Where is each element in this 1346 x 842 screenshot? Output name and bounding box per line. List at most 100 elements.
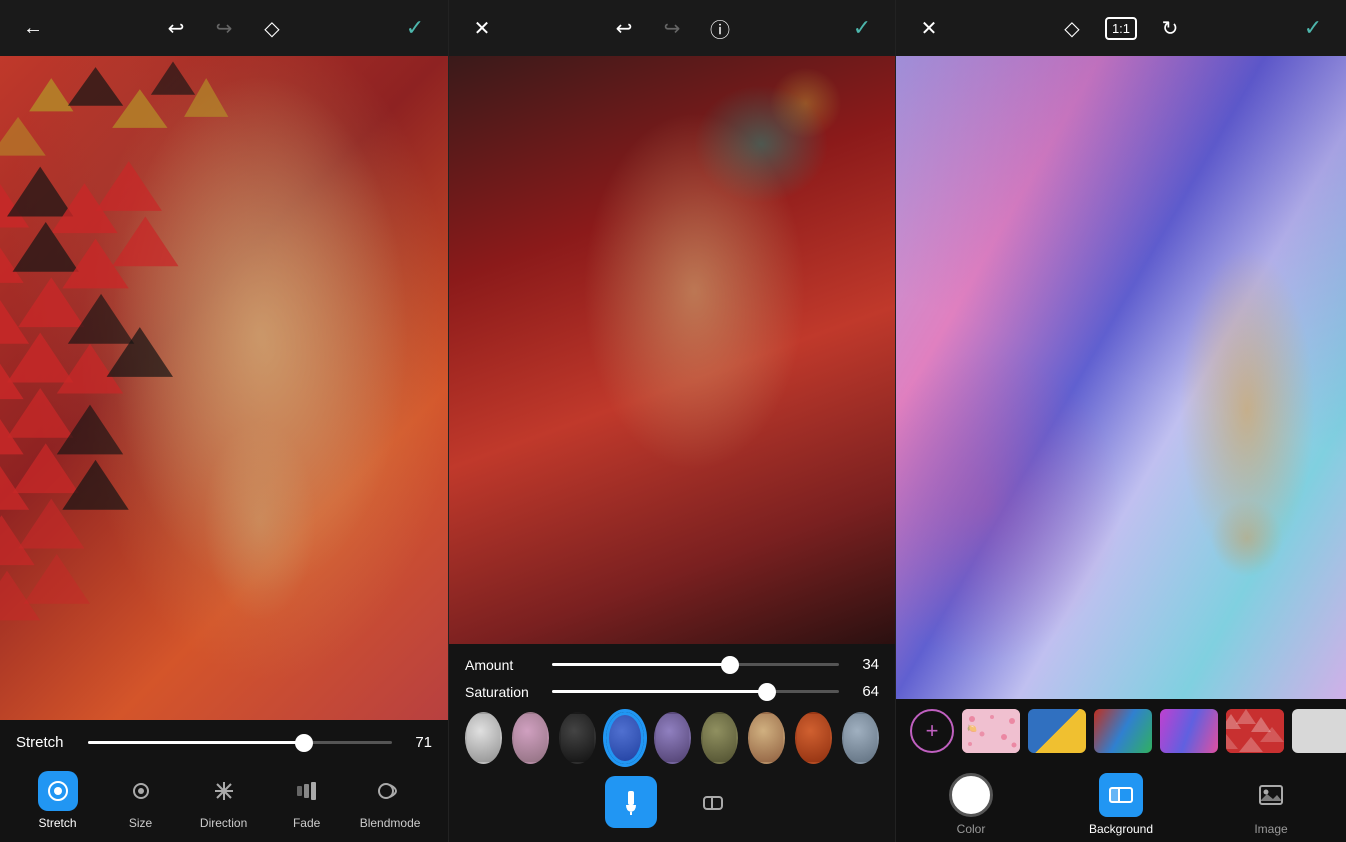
stretch-slider[interactable] <box>88 741 392 744</box>
tri-5 <box>151 62 195 95</box>
tab-image[interactable]: Image <box>1231 773 1311 836</box>
tool-fade[interactable]: Fade <box>277 771 337 830</box>
tri-1 <box>29 78 73 111</box>
close-button-3[interactable]: ✕ <box>914 13 944 43</box>
tri-14 <box>112 216 178 266</box>
tools-row-1: Stretch Size <box>16 765 432 832</box>
brush-button[interactable] <box>605 776 657 828</box>
bg-swatch-pink-dots[interactable]: 🍋 <box>962 709 1020 753</box>
stretch-value: 71 <box>404 734 432 751</box>
top-bar-left-1: ← <box>18 13 48 43</box>
triangle-overlay <box>0 56 246 720</box>
ratio-button[interactable]: 1:1 <box>1105 17 1137 40</box>
tool-size[interactable]: Size <box>111 771 171 830</box>
fade-svg <box>294 778 320 804</box>
swatch-blue[interactable] <box>606 712 644 764</box>
saturation-thumb[interactable] <box>758 683 776 701</box>
eraser-button-2[interactable] <box>687 776 739 828</box>
bg-swatch-blue-yellow[interactable] <box>1028 709 1086 753</box>
image-area-3 <box>896 56 1346 699</box>
image-icon-svg <box>1257 781 1285 809</box>
direction-icon <box>204 771 244 811</box>
direction-svg <box>211 778 237 804</box>
bottom-controls-1: Stretch 71 Stretch <box>0 720 448 842</box>
tri-4 <box>0 117 46 156</box>
tri-2 <box>68 67 123 106</box>
bg-swatch-pink-blue[interactable] <box>1160 709 1218 753</box>
size-tool-label: Size <box>129 816 152 830</box>
tool-direction[interactable]: Direction <box>194 771 254 830</box>
swatch-purple[interactable] <box>654 712 691 764</box>
background-tab-label: Background <box>1089 822 1153 836</box>
swatch-black[interactable] <box>559 712 596 764</box>
amount-slider-row: Amount 34 <box>465 656 879 673</box>
eraser-button-1[interactable]: ◇ <box>257 13 287 43</box>
eraser-button-3[interactable]: ◇ <box>1057 13 1087 43</box>
confirm-button-1[interactable]: ✓ <box>400 13 430 43</box>
amount-thumb[interactable] <box>721 656 739 674</box>
top-bar-right-1: ✓ <box>400 13 430 43</box>
tri-10 <box>96 161 162 211</box>
triangle-red-svg <box>1226 709 1284 753</box>
saturation-slider-row: Saturation 64 <box>465 683 879 700</box>
undo-button-1[interactable]: ↩ <box>161 13 191 43</box>
bottom-controls-3: + 🍋 <box>896 699 1346 842</box>
amount-label: Amount <box>465 657 540 673</box>
size-svg <box>129 779 153 803</box>
amount-slider[interactable] <box>552 663 839 666</box>
saturation-label: Saturation <box>465 684 540 700</box>
saturation-slider[interactable] <box>552 690 839 693</box>
stretch-tool-label: Stretch <box>39 816 77 830</box>
panel-2: ✕ ↩ ↪ ⓘ ✓ Amount 34 Saturation <box>448 0 896 842</box>
info-button-2[interactable]: ⓘ <box>705 13 735 43</box>
top-bar-1: ← ↩ ↪ ◇ ✓ <box>0 0 448 56</box>
redo-button-2[interactable]: ↪ <box>657 13 687 43</box>
tri-11 <box>0 233 24 283</box>
refresh-button-3[interactable]: ↻ <box>1155 13 1185 43</box>
tri-8 <box>7 167 73 217</box>
swatch-silver[interactable] <box>465 712 502 764</box>
top-bar-left-2: ✕ <box>467 13 497 43</box>
back-button[interactable]: ← <box>18 13 48 43</box>
close-button-2[interactable]: ✕ <box>467 13 497 43</box>
tri-6 <box>184 78 228 117</box>
bottom-tabs-3: Color Background <box>896 763 1346 842</box>
bg-swatch-triangle-red[interactable] <box>1226 709 1284 753</box>
amount-value: 34 <box>851 656 879 673</box>
tool-stretch[interactable]: Stretch <box>28 771 88 830</box>
bg-swatches-row: + 🍋 <box>896 699 1346 763</box>
stretch-icon <box>38 771 78 811</box>
tool-blendmode[interactable]: Blendmode <box>360 771 421 830</box>
stretch-row: Stretch 71 <box>16 734 432 751</box>
tri-3 <box>112 89 167 128</box>
swatch-gray-blue[interactable] <box>842 712 879 764</box>
tri-31 <box>24 554 90 604</box>
color-swatches <box>465 712 879 764</box>
undo-button-2[interactable]: ↩ <box>609 13 639 43</box>
image-area-2 <box>449 56 895 644</box>
bg-swatch-multicolor[interactable] <box>1094 709 1152 753</box>
direction-tool-label: Direction <box>200 816 247 830</box>
confirm-button-3[interactable]: ✓ <box>1298 13 1328 43</box>
swatch-tan[interactable] <box>748 712 785 764</box>
stretch-label: Stretch <box>16 734 76 751</box>
bg-swatch-light-gray[interactable] <box>1292 709 1346 753</box>
add-background-button[interactable]: + <box>910 709 954 753</box>
top-bar-right-2: ✓ <box>847 13 877 43</box>
stretch-thumb[interactable] <box>295 734 313 752</box>
confirm-button-2[interactable]: ✓ <box>847 13 877 43</box>
tab-color[interactable]: Color <box>931 773 1011 836</box>
saturation-fill <box>552 690 767 693</box>
brush-icon <box>618 789 644 815</box>
image-tab-label: Image <box>1254 822 1287 836</box>
amount-fill <box>552 663 730 666</box>
blendmode-tool-label: Blendmode <box>360 816 421 830</box>
swatch-orange[interactable] <box>795 712 832 764</box>
redo-button-1[interactable]: ↪ <box>209 13 239 43</box>
eraser-icon-2 <box>700 789 726 815</box>
swatch-mauve[interactable] <box>512 712 549 764</box>
tab-background[interactable]: Background <box>1081 773 1161 836</box>
swatch-olive[interactable] <box>701 712 738 764</box>
stretch-svg <box>46 779 70 803</box>
top-bar-left-3: ✕ <box>914 13 944 43</box>
